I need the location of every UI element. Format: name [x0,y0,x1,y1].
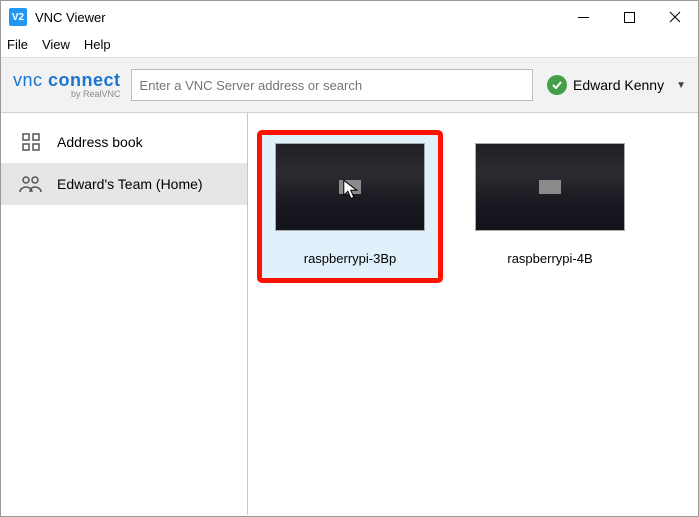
check-icon [547,75,567,95]
connection-thumbnail [475,143,625,231]
menu-file[interactable]: File [7,37,28,52]
grid-icon [17,128,45,156]
people-icon [17,170,45,198]
connection-label: raspberrypi-3Bp [304,251,397,266]
window-controls [560,1,698,33]
menu-bar: File View Help [1,33,698,57]
logo-text-b: connect [48,70,121,90]
connection-list: raspberrypi-3Bp raspberrypi-4B [248,113,698,515]
app-icon: V2 [9,8,27,26]
sidebar: Address book Edward's Team (Home) [1,113,248,515]
window-title: VNC Viewer [35,10,106,25]
maximize-button[interactable] [606,1,652,33]
search-input[interactable] [131,69,533,101]
cursor-icon [343,179,361,201]
sidebar-item-label: Edward's Team (Home) [57,176,203,192]
title-bar: V2 VNC Viewer [1,1,698,33]
sidebar-item-address-book[interactable]: Address book [1,121,247,163]
logo-subtext: by RealVNC [71,90,121,99]
connection-thumbnail [275,143,425,231]
connection-tile[interactable]: raspberrypi-4B [460,133,640,280]
minimize-button[interactable] [560,1,606,33]
chevron-down-icon: ▼ [676,80,686,91]
sidebar-item-label: Address book [57,134,143,150]
menu-view[interactable]: View [42,37,70,52]
logo-text-a: vnc [13,70,43,90]
toolbar: vnc connect by RealVNC Edward Kenny ▼ [1,57,698,113]
main-area: Address book Edward's Team (Home) raspbe… [1,113,698,515]
user-name-label: Edward Kenny [573,77,664,93]
menu-help[interactable]: Help [84,37,111,52]
connection-tile[interactable]: raspberrypi-3Bp [260,133,440,280]
user-menu[interactable]: Edward Kenny ▼ [547,75,686,95]
connection-label: raspberrypi-4B [507,251,592,266]
close-button[interactable] [652,1,698,33]
brand-logo: vnc connect by RealVNC [13,71,121,99]
sidebar-item-team[interactable]: Edward's Team (Home) [1,163,247,205]
